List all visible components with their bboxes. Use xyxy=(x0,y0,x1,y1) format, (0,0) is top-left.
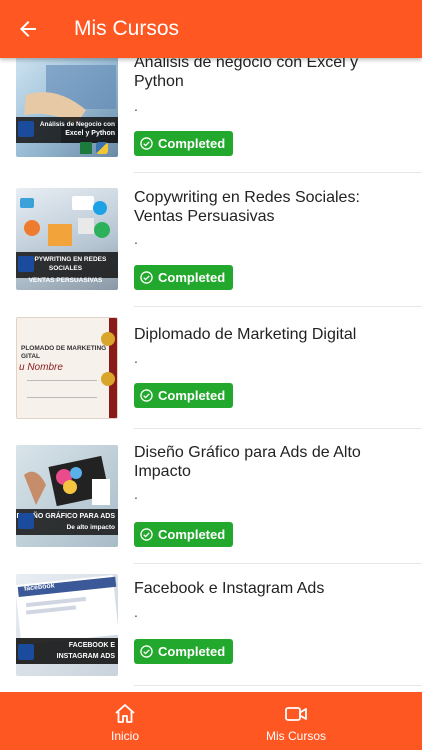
course-item[interactable]: DISEÑO GRÁFICO PARA ADS De alto impacto … xyxy=(0,429,422,564)
status-label: Completed xyxy=(158,644,226,659)
check-circle-icon xyxy=(140,645,153,658)
school-logo xyxy=(18,513,34,529)
course-item[interactable]: Análisis de Negocio con Excel y Python A… xyxy=(0,40,422,173)
course-subtitle: . xyxy=(134,98,138,114)
status-label: Completed xyxy=(158,270,226,285)
certificate-lines xyxy=(27,380,97,398)
course-title: Facebook e Instagram Ads xyxy=(134,580,325,597)
school-logo xyxy=(18,121,34,137)
course-subtitle: . xyxy=(134,231,138,247)
course-item[interactable]: COPYWRITING EN REDES SOCIALES VENTAS PER… xyxy=(0,173,422,307)
python-icon xyxy=(96,142,108,154)
status-label: Completed xyxy=(158,136,226,151)
school-logo xyxy=(18,644,34,660)
course-subtitle: . xyxy=(134,350,138,366)
course-thumbnail: facebook FACEBOOK E INSTAGRAM ADS xyxy=(16,574,118,676)
course-title: Copywriting en Redes Sociales: Ventas Pe… xyxy=(134,189,360,225)
status-badge: Completed xyxy=(134,265,234,290)
app-bar: Mis Cursos xyxy=(0,0,422,58)
course-title: Diplomado de Marketing Digital xyxy=(134,326,357,343)
course-title: Diseño Gráfico para Ads de Alto Impacto xyxy=(134,444,361,480)
certificate-name: u Nombre xyxy=(19,362,63,373)
certificate-heading: PLOMADO DE MARKETING GITAL xyxy=(21,345,107,360)
nav-mis-cursos[interactable]: Mis Cursos xyxy=(236,692,356,750)
course-item[interactable]: facebook FACEBOOK E INSTAGRAM ADS Facebo… xyxy=(0,564,422,686)
excel-icon xyxy=(80,142,92,154)
course-subtitle: . xyxy=(134,604,138,620)
course-title: Análisis de negocio con Excel y Python xyxy=(134,54,359,90)
course-list: Análisis de Negocio con Excel y Python A… xyxy=(0,40,422,686)
video-camera-icon xyxy=(285,707,307,721)
course-thumbnail: COPYWRITING EN REDES SOCIALES VENTAS PER… xyxy=(16,188,118,290)
page-title: Mis Cursos xyxy=(74,17,180,40)
divider xyxy=(134,685,422,686)
status-badge: Completed xyxy=(134,639,234,664)
status-badge: Completed xyxy=(134,131,234,156)
home-icon xyxy=(115,704,135,723)
course-item[interactable]: PLOMADO DE MARKETING GITAL u Nombre Dipl… xyxy=(0,307,422,429)
gold-seal-icon xyxy=(101,332,115,346)
course-thumbnail: DISEÑO GRÁFICO PARA ADS De alto impacto xyxy=(16,445,118,547)
bottom-navigation: Inicio Mis Cursos xyxy=(0,692,422,750)
gold-seal-icon xyxy=(101,372,115,386)
nav-label: Mis Cursos xyxy=(265,729,326,743)
school-logo xyxy=(18,256,34,272)
check-circle-icon xyxy=(140,137,153,150)
course-thumbnail: PLOMADO DE MARKETING GITAL u Nombre xyxy=(16,317,118,419)
status-label: Completed xyxy=(158,527,226,542)
check-circle-icon xyxy=(140,389,153,402)
nav-label: Inicio xyxy=(110,729,139,743)
check-circle-icon xyxy=(140,528,153,541)
check-circle-icon xyxy=(140,271,153,284)
status-badge: Completed xyxy=(134,383,234,408)
arrow-left-icon[interactable] xyxy=(16,17,40,41)
nav-inicio[interactable]: Inicio xyxy=(65,692,185,750)
status-badge: Completed xyxy=(134,522,234,547)
status-label: Completed xyxy=(158,388,226,403)
course-thumbnail: Análisis de Negocio con Excel y Python xyxy=(16,55,118,157)
course-subtitle: . xyxy=(134,486,138,502)
